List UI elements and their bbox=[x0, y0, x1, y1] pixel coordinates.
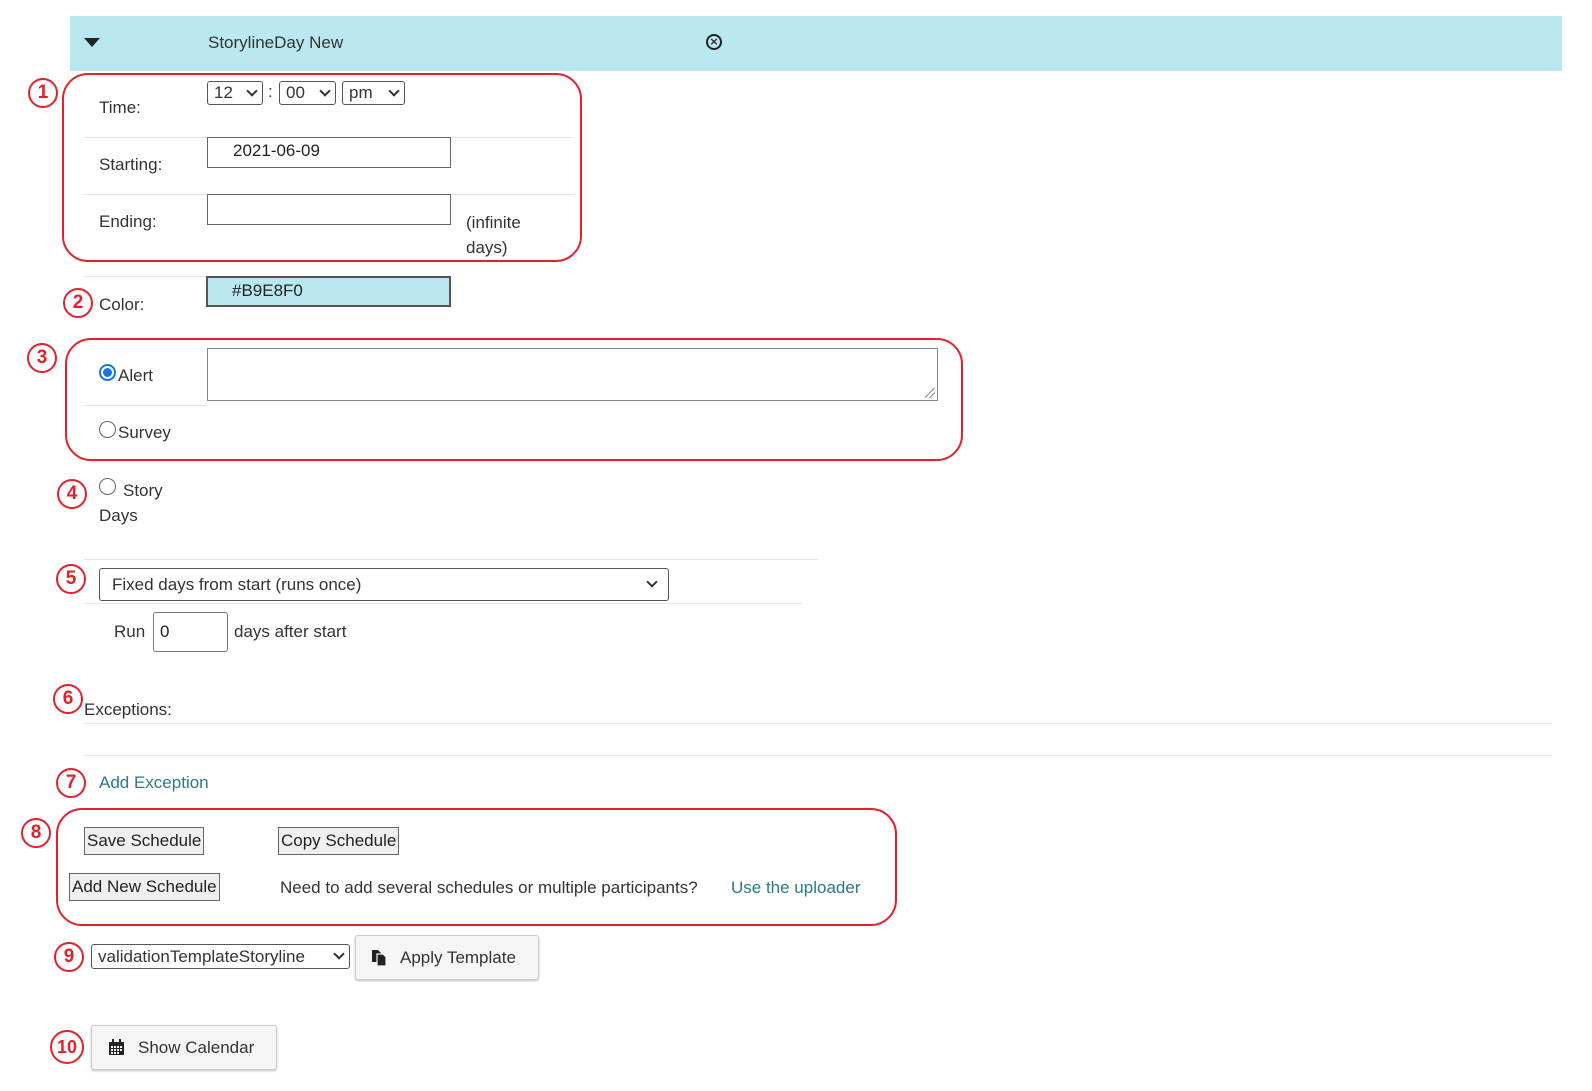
survey-label[interactable]: Survey bbox=[118, 423, 171, 443]
uploader-text: Need to add several schedules or multipl… bbox=[280, 878, 698, 897]
caret-down-icon[interactable] bbox=[84, 38, 100, 47]
row-divider bbox=[84, 603, 802, 604]
minute-select[interactable]: 00 bbox=[279, 81, 336, 105]
chevron-down-icon bbox=[246, 84, 258, 97]
starting-date-input[interactable]: 2021-06-09 bbox=[207, 137, 451, 168]
copy-schedule-button[interactable]: Copy Schedule bbox=[278, 827, 400, 855]
story-days-label-line1[interactable]: Story bbox=[123, 481, 163, 501]
resize-handle-icon[interactable] bbox=[925, 388, 935, 398]
color-input[interactable]: #B9E8F0 bbox=[206, 276, 451, 307]
color-label: Color: bbox=[99, 295, 145, 314]
schedule-type-select[interactable]: Fixed days from start (runs once) bbox=[99, 568, 669, 601]
chevron-down-icon bbox=[333, 948, 345, 960]
row-divider bbox=[84, 405, 208, 406]
alert-radio[interactable] bbox=[99, 364, 116, 381]
story-days-radio[interactable] bbox=[99, 478, 116, 495]
marker-1: 1 bbox=[28, 78, 58, 108]
ending-date-input[interactable] bbox=[207, 194, 451, 225]
show-calendar-button[interactable]: Show Calendar bbox=[91, 1025, 277, 1070]
template-value: validationTemplateStoryline bbox=[98, 946, 305, 966]
row-divider bbox=[84, 276, 208, 277]
uploader-link[interactable]: Use the uploader bbox=[731, 878, 860, 898]
ampm-select[interactable]: pm bbox=[342, 81, 405, 105]
alert-message-textarea[interactable] bbox=[207, 348, 938, 401]
marker-5: 5 bbox=[56, 564, 86, 594]
marker-4: 4 bbox=[57, 479, 87, 509]
apply-template-label: Apply Template bbox=[400, 947, 516, 967]
chevron-down-icon bbox=[388, 84, 400, 97]
ending-note-line2: days) bbox=[466, 238, 508, 257]
add-new-schedule-button[interactable]: Add New Schedule bbox=[69, 873, 220, 901]
ending-label: Ending: bbox=[99, 212, 157, 231]
marker-8: 8 bbox=[21, 818, 51, 848]
hour-value: 12 bbox=[214, 83, 233, 102]
apply-template-button[interactable]: Apply Template bbox=[355, 935, 539, 980]
story-days-label-line2[interactable]: Days bbox=[99, 506, 138, 526]
marker-7: 7 bbox=[56, 768, 86, 798]
marker-10: 10 bbox=[50, 1030, 84, 1064]
marker-3: 3 bbox=[27, 343, 57, 373]
marker-9: 9 bbox=[54, 942, 84, 972]
save-schedule-button[interactable]: Save Schedule bbox=[84, 827, 205, 855]
row-divider bbox=[84, 755, 1552, 756]
exceptions-label: Exceptions: bbox=[84, 700, 172, 719]
calendar-icon bbox=[109, 1039, 124, 1055]
marker-2: 2 bbox=[63, 288, 93, 318]
schedule-title: StorylineDay New bbox=[208, 33, 344, 52]
row-divider bbox=[84, 723, 1552, 724]
starting-label: Starting: bbox=[99, 155, 163, 174]
template-select[interactable]: validationTemplateStoryline bbox=[91, 944, 350, 969]
chevron-down-icon bbox=[646, 576, 658, 588]
run-days-input[interactable]: 0 bbox=[153, 612, 228, 652]
run-label: Run bbox=[114, 622, 146, 641]
add-exception-link[interactable]: Add Exception bbox=[99, 773, 209, 793]
annotation-box-8 bbox=[56, 808, 897, 926]
time-label: Time: bbox=[99, 98, 141, 117]
schedule-type-value: Fixed days from start (runs once) bbox=[112, 574, 362, 594]
copy-icon bbox=[372, 949, 387, 967]
ampm-value: pm bbox=[349, 83, 373, 102]
hour-select[interactable]: 12 bbox=[207, 81, 263, 105]
row-divider bbox=[84, 559, 818, 560]
minute-value: 00 bbox=[286, 83, 305, 102]
run-suffix: days after start bbox=[234, 622, 347, 641]
chevron-down-icon bbox=[319, 84, 331, 97]
marker-6: 6 bbox=[53, 684, 83, 714]
time-separator: : bbox=[268, 82, 273, 101]
alert-label[interactable]: Alert bbox=[118, 366, 153, 386]
close-circle-icon[interactable]: × bbox=[706, 34, 722, 50]
show-calendar-label: Show Calendar bbox=[138, 1037, 255, 1057]
survey-radio[interactable] bbox=[99, 421, 116, 438]
ending-note-line1: (infinite bbox=[466, 213, 521, 232]
